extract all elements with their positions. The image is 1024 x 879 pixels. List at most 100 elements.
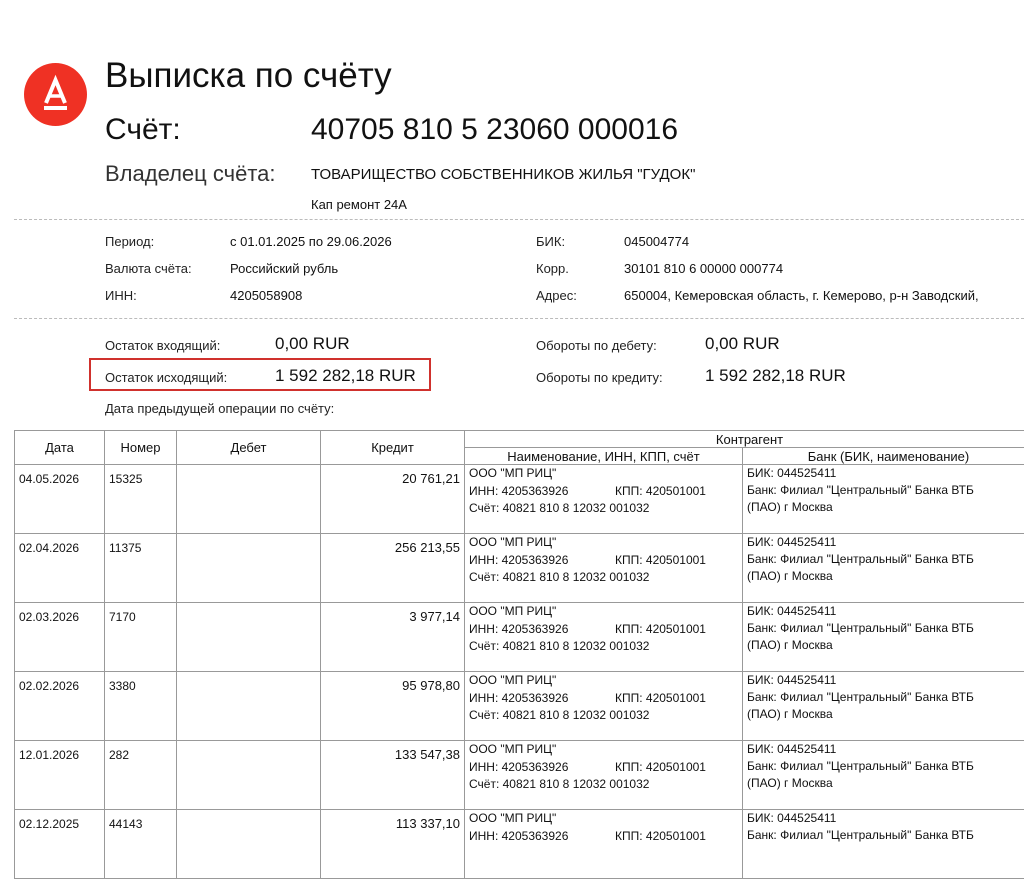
bank-bik: БИК: 044525411 <box>747 603 1024 620</box>
cp-account: Счёт: 40821 810 8 12032 001032 <box>469 500 738 518</box>
cell-debit <box>177 810 321 879</box>
cell-credit: 3 977,14 <box>321 603 465 672</box>
bank-name: Банк: Филиал "Центральный" Банка ВТБ <box>747 620 1024 637</box>
incoming-balance-label: Остаток входящий: <box>105 338 220 353</box>
cell-number: 11375 <box>105 534 177 603</box>
address-value: 650004, Кемеровская область, г. Кемерово… <box>624 288 1024 303</box>
cell-credit: 20 761,21 <box>321 465 465 534</box>
incoming-balance-value: 0,00 RUR <box>275 334 350 354</box>
cp-account: Счёт: 40821 810 8 12032 001032 <box>469 707 738 725</box>
cp-inn: ИНН: 4205363926 <box>469 621 615 639</box>
bank-name: Банк: Филиал "Центральный" Банка ВТБ <box>747 827 1024 844</box>
bank-bik: БИК: 044525411 <box>747 810 1024 827</box>
cell-debit <box>177 741 321 810</box>
cell-bank: БИК: 044525411Банк: Филиал "Центральный"… <box>743 741 1024 810</box>
col-header-cp-name: Наименование, ИНН, КПП, счёт <box>465 448 743 465</box>
bik-label: БИК: <box>536 234 565 249</box>
cell-credit: 113 337,10 <box>321 810 465 879</box>
cell-bank: БИК: 044525411Банк: Филиал "Центральный"… <box>743 810 1024 879</box>
credit-turnover-label: Обороты по кредиту: <box>536 370 663 385</box>
cell-date: 12.01.2026 <box>15 741 105 810</box>
cell-number: 44143 <box>105 810 177 879</box>
account-label: Счёт: <box>105 113 181 147</box>
cp-inn: ИНН: 4205363926 <box>469 483 615 501</box>
table-row: 02.04.202611375256 213,55ООО "МП РИЦ"ИНН… <box>15 534 1024 603</box>
cp-kpp: КПП: 420501001 <box>615 483 706 501</box>
bank-name: Банк: Филиал "Центральный" Банка ВТБ <box>747 551 1024 568</box>
cell-counterparty: ООО "МП РИЦ"ИНН: 4205363926КПП: 42050100… <box>465 741 743 810</box>
cp-kpp: КПП: 420501001 <box>615 759 706 777</box>
owner-subtitle: Кап ремонт 24А <box>311 197 407 212</box>
bank-bik: БИК: 044525411 <box>747 465 1024 482</box>
cell-number: 3380 <box>105 672 177 741</box>
cell-date: 02.03.2026 <box>15 603 105 672</box>
cp-inn-kpp: ИНН: 4205363926КПП: 420501001 <box>469 690 738 708</box>
bik-value: 045004774 <box>624 234 689 249</box>
col-header-cp-bank: Банк (БИК, наименование) <box>743 448 1024 465</box>
corr-value: 30101 810 6 00000 000774 <box>624 261 783 276</box>
cp-inn-kpp: ИНН: 4205363926КПП: 420501001 <box>469 552 738 570</box>
cell-number: 15325 <box>105 465 177 534</box>
cp-inn: ИНН: 4205363926 <box>469 759 615 777</box>
bank-name: Банк: Филиал "Центральный" Банка ВТБ <box>747 758 1024 775</box>
cell-debit <box>177 672 321 741</box>
bank-logo-icon <box>24 63 87 126</box>
cell-debit <box>177 603 321 672</box>
divider <box>14 318 1024 319</box>
outgoing-balance-value: 1 592 282,18 RUR <box>275 366 416 386</box>
bank-bik: БИК: 044525411 <box>747 534 1024 551</box>
address-label: Адрес: <box>536 288 577 303</box>
cell-counterparty: ООО "МП РИЦ"ИНН: 4205363926КПП: 42050100… <box>465 465 743 534</box>
bank-bik: БИК: 044525411 <box>747 741 1024 758</box>
table-row: 12.01.2026282 133 547,38ООО "МП РИЦ"ИНН: … <box>15 741 1024 810</box>
inn-label: ИНН: <box>105 288 137 303</box>
cell-bank: БИК: 044525411Банк: Филиал "Центральный"… <box>743 465 1024 534</box>
cp-name: ООО "МП РИЦ" <box>469 741 738 759</box>
cp-name: ООО "МП РИЦ" <box>469 465 738 483</box>
cell-counterparty: ООО "МП РИЦ"ИНН: 4205363926КПП: 42050100… <box>465 810 743 879</box>
cell-counterparty: ООО "МП РИЦ"ИНН: 4205363926КПП: 42050100… <box>465 672 743 741</box>
bank-name-cont: (ПАО) г Москва <box>747 775 1024 792</box>
cell-counterparty: ООО "МП РИЦ"ИНН: 4205363926КПП: 42050100… <box>465 603 743 672</box>
cell-bank: БИК: 044525411Банк: Филиал "Центральный"… <box>743 603 1024 672</box>
cp-name: ООО "МП РИЦ" <box>469 534 738 552</box>
currency-value: Российский рубль <box>230 261 338 276</box>
bank-name: Банк: Филиал "Центральный" Банка ВТБ <box>747 482 1024 499</box>
cp-kpp: КПП: 420501001 <box>615 621 706 639</box>
cp-inn-kpp: ИНН: 4205363926КПП: 420501001 <box>469 483 738 501</box>
cell-date: 02.12.2025 <box>15 810 105 879</box>
debit-turnover-value: 0,00 RUR <box>705 334 780 354</box>
divider <box>14 219 1024 220</box>
cp-inn-kpp: ИНН: 4205363926КПП: 420501001 <box>469 759 738 777</box>
transactions-table: Дата Номер Дебет Кредит Контрагент Наиме… <box>14 430 1024 879</box>
cp-inn-kpp: ИНН: 4205363926КПП: 420501001 <box>469 828 738 846</box>
cell-number: 7170 <box>105 603 177 672</box>
currency-label: Валюта счёта: <box>105 261 192 276</box>
cell-debit <box>177 465 321 534</box>
owner-name: ТОВАРИЩЕСТВО СОБСТВЕННИКОВ ЖИЛЬЯ "ГУДОК" <box>311 166 695 183</box>
table-row: 02.03.20267170 3 977,14ООО "МП РИЦ"ИНН: 4… <box>15 603 1024 672</box>
period-value: с 01.01.2025 по 29.06.2026 <box>230 234 392 249</box>
cp-kpp: КПП: 420501001 <box>615 690 706 708</box>
debit-turnover-label: Обороты по дебету: <box>536 338 657 353</box>
cell-credit: 95 978,80 <box>321 672 465 741</box>
col-header-credit: Кредит <box>321 431 465 465</box>
cell-debit <box>177 534 321 603</box>
cell-credit: 133 547,38 <box>321 741 465 810</box>
bank-name-cont: (ПАО) г Москва <box>747 637 1024 654</box>
corr-label: Корр. <box>536 261 569 276</box>
cp-name: ООО "МП РИЦ" <box>469 603 738 621</box>
bank-bik: БИК: 044525411 <box>747 672 1024 689</box>
cell-number: 282 <box>105 741 177 810</box>
period-label: Период: <box>105 234 154 249</box>
logo-letter-a-icon <box>24 63 87 126</box>
bank-name-cont: (ПАО) г Москва <box>747 499 1024 516</box>
cp-inn: ИНН: 4205363926 <box>469 552 615 570</box>
inn-value: 4205058908 <box>230 288 302 303</box>
table-row: 04.05.202615325 20 761,21ООО "МП РИЦ"ИНН:… <box>15 465 1024 534</box>
cell-date: 04.05.2026 <box>15 465 105 534</box>
page-title: Выписка по счёту <box>105 56 392 96</box>
credit-turnover-value: 1 592 282,18 RUR <box>705 366 846 386</box>
account-number: 40705 810 5 23060 000016 <box>311 113 678 147</box>
bank-name-cont: (ПАО) г Москва <box>747 568 1024 585</box>
